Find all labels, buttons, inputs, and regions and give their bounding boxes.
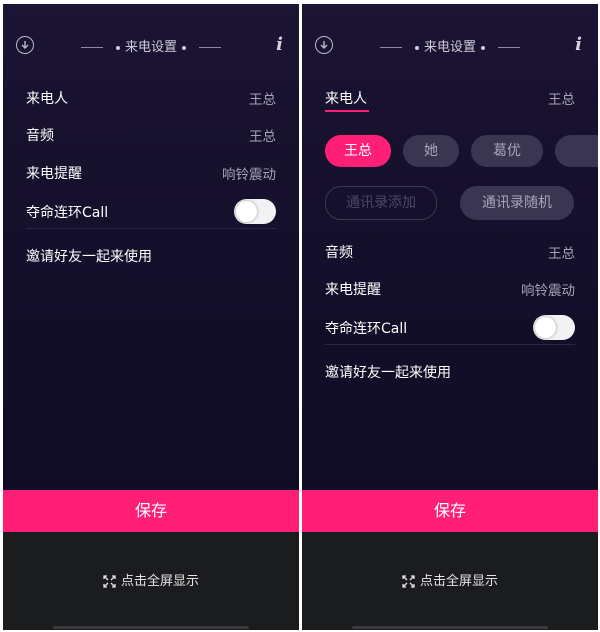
call-toggle[interactable] xyxy=(234,199,276,224)
right-screen: 来电设置 i 来电人 王总 王总 她 葛优 通讯录添加 通讯录随机 音频 王总 … xyxy=(302,4,598,630)
left-screen: 来电设置 i 来电人 王总 音频 王总 来电提醒 响铃震动 夺命连环Call 邀… xyxy=(3,4,299,630)
fullscreen-label: 点击全屏显示 xyxy=(120,574,199,589)
contact-random-button[interactable]: 通讯录随机 xyxy=(460,186,574,220)
audio-row[interactable]: 音频 王总 xyxy=(26,123,276,147)
caller-row[interactable]: 来电人 王总 xyxy=(325,86,575,112)
fullscreen-icon xyxy=(103,575,116,588)
caller-chip-0[interactable]: 王总 xyxy=(325,135,391,167)
audio-label: 音频 xyxy=(325,245,353,261)
reminder-row[interactable]: 来电提醒 响铃震动 xyxy=(26,161,276,185)
invite-label: 邀请好友一起来使用 xyxy=(325,365,451,381)
caller-label: 来电人 xyxy=(325,91,367,107)
header: 来电设置 i xyxy=(302,30,598,58)
info-icon[interactable]: i xyxy=(276,34,283,55)
bottom-bar: 点击全屏显示 xyxy=(302,532,598,630)
caller-chip-1[interactable]: 她 xyxy=(403,135,459,167)
call-row: 夺命连环Call xyxy=(26,199,276,224)
scrollbar xyxy=(53,626,249,629)
reminder-value: 响铃震动 xyxy=(521,283,575,299)
save-button[interactable]: 保存 xyxy=(302,490,598,532)
caller-value: 王总 xyxy=(548,92,575,108)
fullscreen-icon xyxy=(402,575,415,588)
contact-add-button[interactable]: 通讯录添加 xyxy=(325,186,437,220)
header: 来电设置 i xyxy=(3,30,299,58)
fullscreen-label: 点击全屏显示 xyxy=(419,574,498,589)
reminder-row[interactable]: 来电提醒 响铃震动 xyxy=(325,277,575,301)
info-icon[interactable]: i xyxy=(575,34,582,55)
audio-label: 音频 xyxy=(26,128,54,144)
caller-value: 王总 xyxy=(249,92,276,108)
caller-row[interactable]: 来电人 王总 xyxy=(26,86,276,110)
audio-value: 王总 xyxy=(548,246,575,262)
page-title: 来电设置 xyxy=(302,36,598,55)
page-title-text: 来电设置 xyxy=(124,40,177,55)
caller-underline xyxy=(325,110,369,112)
invite-row[interactable]: 邀请好友一起来使用 xyxy=(26,244,276,268)
fullscreen-button[interactable]: 点击全屏显示 xyxy=(3,570,299,589)
bottom-bar: 点击全屏显示 xyxy=(3,532,299,630)
call-label: 夺命连环Call xyxy=(325,321,408,337)
fullscreen-button[interactable]: 点击全屏显示 xyxy=(302,570,598,589)
save-button[interactable]: 保存 xyxy=(3,490,299,532)
call-toggle[interactable] xyxy=(533,315,575,340)
invite-row[interactable]: 邀请好友一起来使用 xyxy=(325,360,575,384)
invite-label: 邀请好友一起来使用 xyxy=(26,249,152,265)
call-label: 夺命连环Call xyxy=(26,205,109,221)
divider xyxy=(26,228,276,229)
page-title: 来电设置 xyxy=(3,36,299,55)
reminder-label: 来电提醒 xyxy=(26,166,82,182)
caller-label: 来电人 xyxy=(26,91,68,107)
divider xyxy=(325,344,575,345)
audio-row[interactable]: 音频 王总 xyxy=(325,240,575,264)
caller-chip-2[interactable]: 葛优 xyxy=(471,135,543,167)
caller-chip-3[interactable] xyxy=(555,135,598,167)
reminder-label: 来电提醒 xyxy=(325,282,381,298)
reminder-value: 响铃震动 xyxy=(222,167,276,183)
page-title-text: 来电设置 xyxy=(423,40,476,55)
audio-value: 王总 xyxy=(249,129,276,145)
scrollbar xyxy=(352,626,548,629)
call-row: 夺命连环Call xyxy=(325,315,575,340)
